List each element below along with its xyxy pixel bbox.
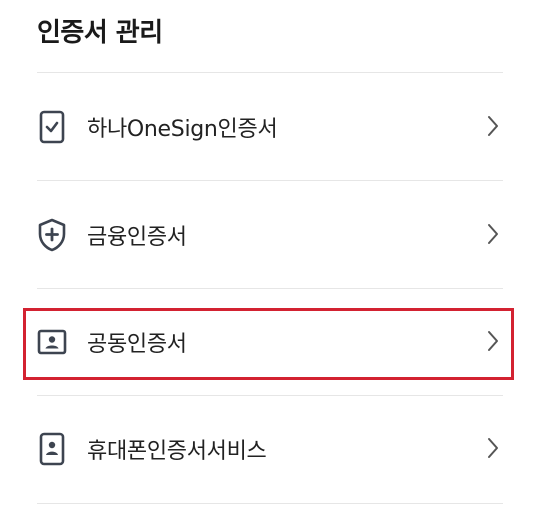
shield-plus-icon <box>37 217 67 253</box>
divider <box>37 503 503 504</box>
menu-item-label: 공동인증서 <box>87 332 187 357</box>
menu-item-label: 금융인증서 <box>87 225 187 250</box>
phone-person-icon <box>37 431 67 467</box>
menu-item-financial-cert[interactable]: 금융인증서 <box>37 199 503 271</box>
chevron-right-icon <box>488 331 498 351</box>
divider <box>37 72 503 73</box>
chevron-right-icon <box>488 116 498 136</box>
chevron-right-icon <box>488 438 498 458</box>
menu-item-mobile-cert-service[interactable]: 휴대폰인증서서비스 <box>37 413 503 485</box>
divider <box>37 288 503 289</box>
page-title: 인증서 관리 <box>37 18 163 48</box>
divider <box>37 180 503 181</box>
divider <box>37 395 503 396</box>
menu-item-joint-cert[interactable]: 공동인증서 <box>37 306 503 378</box>
menu-item-label: 하나OneSign인증서 <box>87 117 278 142</box>
menu-item-label: 휴대폰인증서서비스 <box>87 439 267 464</box>
phone-check-icon <box>37 109 67 145</box>
menu-item-hana-onesign[interactable]: 하나OneSign인증서 <box>37 91 503 163</box>
chevron-right-icon <box>488 224 498 244</box>
id-card-icon <box>37 324 67 360</box>
